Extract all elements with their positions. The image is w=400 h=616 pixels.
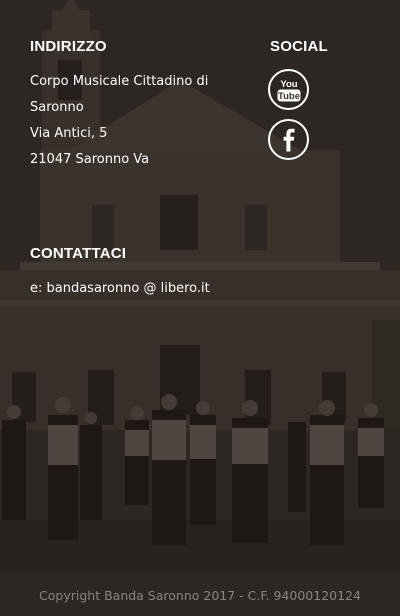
address-line-3: Via Antici, 5 [30,126,108,141]
copyright-bar: Copyright Banda Saronno 2017 - C.F. 9400… [0,575,400,616]
contact-email-link[interactable]: e: bandasaronno @ libero.it [30,276,210,302]
address-heading: INDIRIZZO [30,38,107,55]
address-line-1: Corpo Musicale Cittadino di [30,74,209,89]
youtube-text-top: You [280,79,297,90]
youtube-icon: You Tube [277,79,300,102]
address-line-4: 21047 Saronno Va [30,152,150,167]
copyright-text: Copyright Banda Saronno 2017 - C.F. 9400… [39,588,361,603]
youtube-button[interactable]: You Tube [268,69,309,110]
facebook-icon [283,128,294,151]
footer-info-section: INDIRIZZO Corpo Musicale Cittadino di Sa… [0,0,400,575]
facebook-button[interactable] [268,119,309,160]
contact-heading: CONTATTACI [30,245,127,262]
address-line-2: Saronno [30,100,84,115]
youtube-text-bottom: Tube [278,91,300,102]
social-heading: SOCIAL [270,38,328,55]
